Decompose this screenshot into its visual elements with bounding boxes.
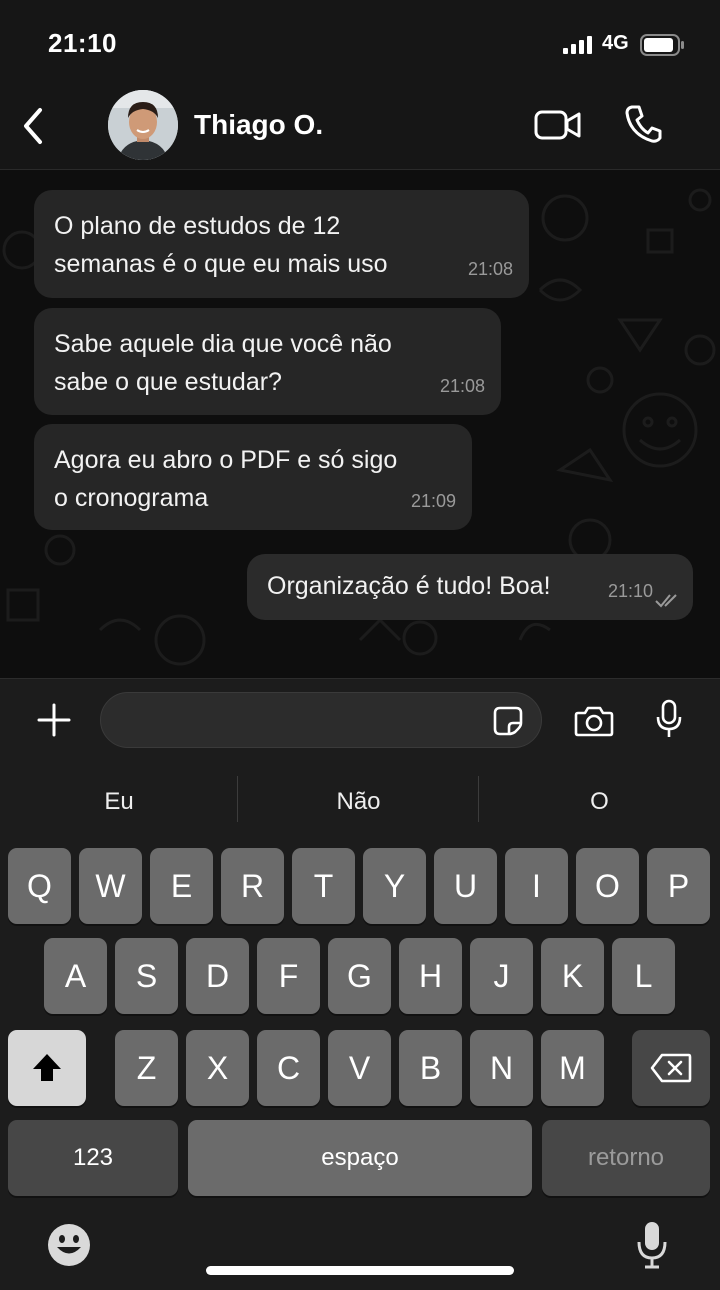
key-m[interactable]: M (541, 1030, 604, 1106)
home-indicator[interactable] (206, 1266, 514, 1275)
backspace-key[interactable] (632, 1030, 710, 1106)
space-key[interactable]: espaço (188, 1120, 532, 1196)
message-input[interactable] (100, 692, 542, 748)
key-n[interactable]: N (470, 1030, 533, 1106)
key-w[interactable]: W (79, 848, 142, 924)
key-q[interactable]: Q (8, 848, 71, 924)
camera-icon[interactable] (574, 705, 614, 737)
microphone-icon[interactable] (655, 699, 683, 739)
shift-key[interactable] (8, 1030, 86, 1106)
contact-name[interactable]: Thiago O. (194, 109, 323, 141)
read-receipt-icon (655, 594, 677, 608)
return-key[interactable]: retorno (542, 1120, 710, 1196)
key-y[interactable]: Y (363, 848, 426, 924)
message-text: sabe o que estudar? (54, 368, 282, 396)
message-bubble-incoming[interactable]: Sabe aquele dia que você não sabe o que … (34, 308, 501, 415)
numbers-key[interactable]: 123 (8, 1120, 178, 1196)
key-u[interactable]: U (434, 848, 497, 924)
key-g[interactable]: G (328, 938, 391, 1014)
key-i[interactable]: I (505, 848, 568, 924)
battery-icon (640, 34, 684, 56)
key-j[interactable]: J (470, 938, 533, 1014)
message-text: Sabe aquele dia que você não (54, 330, 392, 358)
video-camera-icon[interactable] (534, 108, 582, 142)
emoji-icon[interactable] (46, 1222, 92, 1268)
key-r[interactable]: R (221, 848, 284, 924)
key-b[interactable]: B (399, 1030, 462, 1106)
key-e[interactable]: E (150, 848, 213, 924)
shift-icon (33, 1054, 61, 1081)
key-f[interactable]: F (257, 938, 320, 1014)
message-time: 21:10 (607, 581, 653, 601)
back-chevron-icon[interactable] (18, 106, 48, 146)
key-z[interactable]: Z (115, 1030, 178, 1106)
key-k[interactable]: K (541, 938, 604, 1014)
suggestion-item[interactable]: Não (238, 762, 479, 842)
message-bubble-outgoing[interactable]: Organização é tudo! Boa! 21:10 (247, 554, 693, 620)
key-a[interactable]: A (44, 938, 107, 1014)
phone-icon[interactable] (624, 104, 662, 144)
key-s[interactable]: S (115, 938, 178, 1014)
suggestion-bar: Eu Não O (0, 762, 720, 842)
backspace-icon (650, 1053, 692, 1083)
keyboard: Eu Não O Q W E R T Y U I O P A S D F G H… (0, 762, 720, 1290)
status-time: 21:10 (48, 28, 117, 58)
key-d[interactable]: D (186, 938, 249, 1014)
network-type: 4G (602, 32, 629, 54)
chat-header: Thiago O. (0, 88, 720, 170)
message-time: 21:09 (410, 491, 456, 511)
chat-area[interactable]: O plano de estudos de 12 semanas é o que… (0, 170, 720, 678)
message-input-bar (0, 678, 720, 762)
avatar[interactable] (108, 90, 178, 160)
message-text: O plano de estudos de 12 (54, 212, 341, 240)
suggestion-item[interactable]: Eu (0, 762, 238, 842)
message-bubble-incoming[interactable]: O plano de estudos de 12 semanas é o que… (34, 190, 529, 298)
dictation-mic-icon[interactable] (636, 1220, 668, 1270)
message-text: Agora eu abro o PDF e só sigo (54, 446, 398, 474)
sticker-icon[interactable] (492, 705, 524, 737)
key-l[interactable]: L (612, 938, 675, 1014)
key-v[interactable]: V (328, 1030, 391, 1106)
key-c[interactable]: C (257, 1030, 320, 1106)
key-t[interactable]: T (292, 848, 355, 924)
plus-icon[interactable] (36, 702, 72, 738)
key-o[interactable]: O (576, 848, 639, 924)
key-p[interactable]: P (647, 848, 710, 924)
message-time: 21:08 (467, 259, 513, 279)
key-x[interactable]: X (186, 1030, 249, 1106)
signal-icon (563, 36, 592, 54)
message-time: 21:08 (439, 376, 485, 396)
status-bar: 21:10 4G (0, 0, 720, 88)
suggestion-item[interactable]: O (479, 762, 720, 842)
message-text: semanas é o que eu mais uso (54, 250, 388, 278)
key-h[interactable]: H (399, 938, 462, 1014)
message-text: o cronograma (54, 484, 209, 512)
message-bubble-incoming[interactable]: Agora eu abro o PDF e só sigo o cronogra… (34, 424, 472, 530)
